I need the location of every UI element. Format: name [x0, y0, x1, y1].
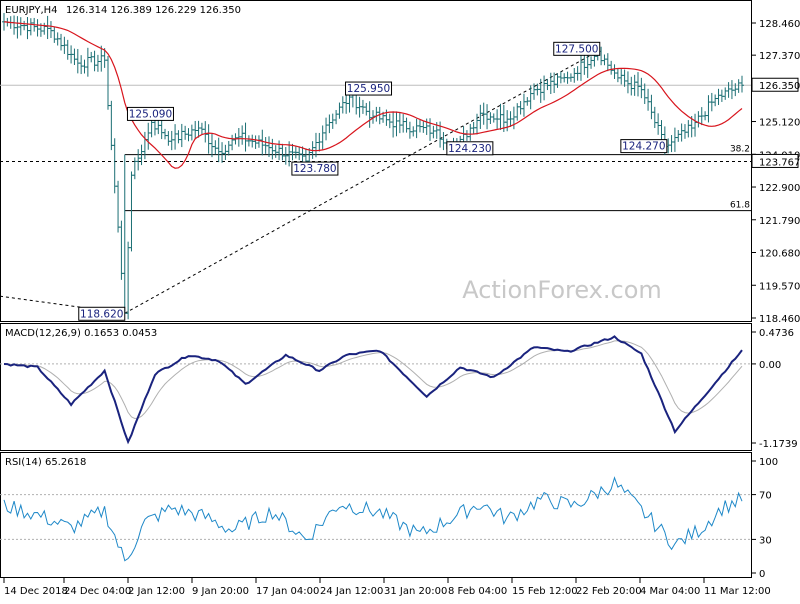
price-axis-tick-label: 120.680	[759, 249, 800, 260]
price-axis-tick-label: 126.350	[759, 81, 800, 92]
price-axis-tick-label: 122.900	[759, 183, 800, 194]
fib-label: 38.2	[730, 145, 750, 155]
x-axis-tick-label: 2 Jan 12:00	[128, 586, 185, 597]
price-annotation-label: 127.500	[555, 43, 598, 55]
price-annotation-label: 123.780	[293, 163, 336, 175]
price-annotation-label: 125.090	[129, 108, 172, 120]
price-axis-tick-label: 119.570	[759, 281, 800, 292]
x-axis-tick-label: 22 Feb 20:00	[576, 586, 642, 597]
macd-axis-tick-label: -1.1739	[759, 439, 798, 450]
rsi-label: RSI(14) 65.2618	[5, 457, 86, 468]
ohlc-header: 126.314 126.389 126.229 126.350	[66, 5, 241, 16]
price-annotation-label: 124.230	[448, 143, 491, 155]
price-axis-tick-label: 128.460	[759, 19, 800, 30]
fib-label: 61.8	[730, 201, 750, 211]
price-annotation-label: 118.620	[80, 308, 123, 320]
price-annotation-label: 124.270	[622, 141, 665, 153]
rsi-axis-tick-label: 0	[759, 569, 765, 580]
x-axis-tick-label: 31 Jan 20:00	[384, 586, 447, 597]
price-axis-tick-label: 123.767	[759, 157, 800, 168]
symbol-header: EURJPY,H4	[5, 5, 58, 16]
x-axis-tick-label: 14 Dec 2018	[4, 586, 68, 597]
price-axis-tick-label: 127.370	[759, 51, 800, 62]
watermark: ActionForex.com	[462, 276, 662, 304]
price-axis-tick-label: 121.790	[759, 216, 800, 227]
eurjpy-chart: ActionForex.com EURJPY,H4 126.314 126.38…	[0, 0, 800, 600]
price-axis-tick-label: 118.460	[759, 314, 800, 325]
x-axis-tick-label: 8 Feb 04:00	[448, 586, 507, 597]
macd-label: MACD(12,26,9) 0.1653 0.0453	[5, 328, 157, 339]
x-axis-tick-label: 15 Feb 12:00	[512, 586, 578, 597]
rsi-axis-tick-label: 100	[759, 457, 778, 468]
rsi-axis-tick-label: 30	[759, 535, 772, 546]
x-axis-tick-label: 17 Jan 04:00	[256, 586, 319, 597]
x-axis-tick-label: 11 Mar 12:00	[704, 586, 771, 597]
rsi-axis-tick-label: 70	[759, 491, 772, 502]
chart-background	[0, 0, 800, 600]
chart-stage: ActionForex.com EURJPY,H4 126.314 126.38…	[0, 0, 800, 600]
macd-axis-tick-label: 0.4736	[759, 328, 794, 339]
x-axis-tick-label: 24 Dec 04:00	[64, 586, 131, 597]
price-annotation-label: 125.950	[347, 83, 390, 95]
x-axis-tick-label: 24 Jan 12:00	[320, 586, 383, 597]
x-axis-tick-label: 9 Jan 20:00	[192, 586, 249, 597]
price-axis-tick-label: 125.120	[759, 118, 800, 129]
x-axis-tick-label: 4 Mar 04:00	[640, 586, 700, 597]
macd-axis-tick-label: 0.00	[759, 360, 781, 371]
